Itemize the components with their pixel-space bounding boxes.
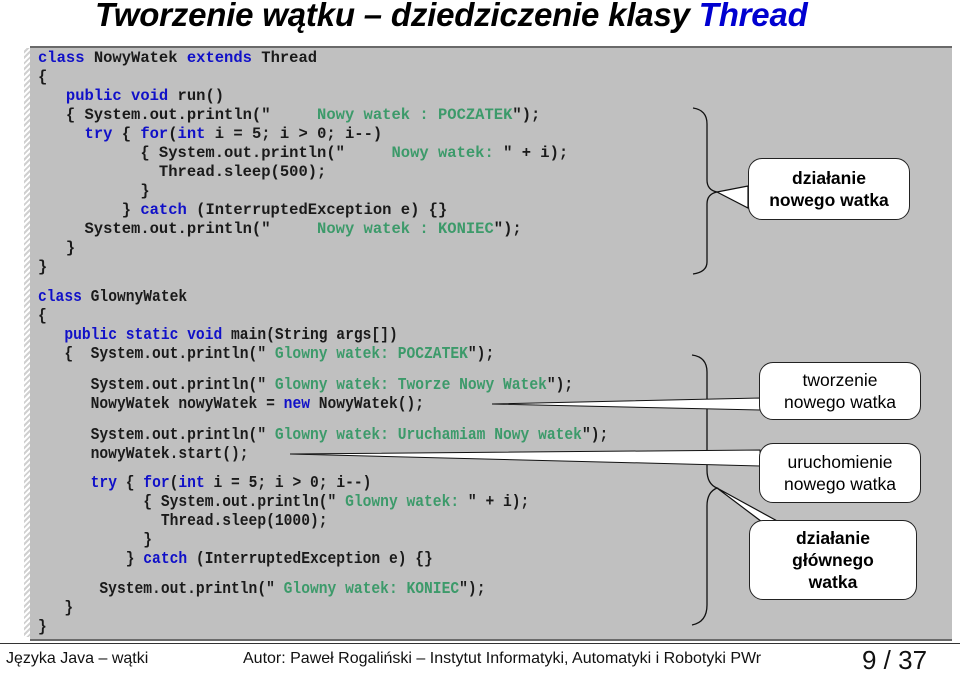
footer-course: Języka Java – wątki — [6, 650, 149, 667]
brace-new-thread — [692, 107, 718, 275]
footer-divider — [0, 643, 960, 644]
footer-author: Autor: Paweł Rogaliński – Instytut Infor… — [243, 650, 762, 667]
callout-main-thread-run: działanie głównego watka — [749, 520, 917, 600]
pointer-create-thread — [491, 397, 761, 411]
callout-line: działanie — [792, 168, 866, 188]
callout-line: tworzenie — [802, 370, 878, 390]
callout-start-thread: uruchomienie nowego watka — [759, 443, 921, 503]
callout-line: watka — [808, 572, 858, 592]
callout-line: działanie — [796, 528, 870, 548]
brace-main-thread — [691, 354, 719, 626]
page-number: 9 / 37 — [862, 645, 928, 675]
callout-new-thread-run: działanie nowego watka — [748, 158, 910, 220]
pointer-new-thread-run — [715, 185, 749, 209]
callout-line: nowego watka — [784, 392, 896, 412]
pointer-start-thread — [289, 449, 761, 467]
callout-line: nowego watka — [769, 190, 889, 210]
callout-line: nowego watka — [784, 474, 896, 494]
callout-line: głównego — [792, 550, 874, 570]
callout-create-thread: tworzenie nowego watka — [759, 362, 921, 420]
callout-line: uruchomienie — [787, 452, 893, 472]
